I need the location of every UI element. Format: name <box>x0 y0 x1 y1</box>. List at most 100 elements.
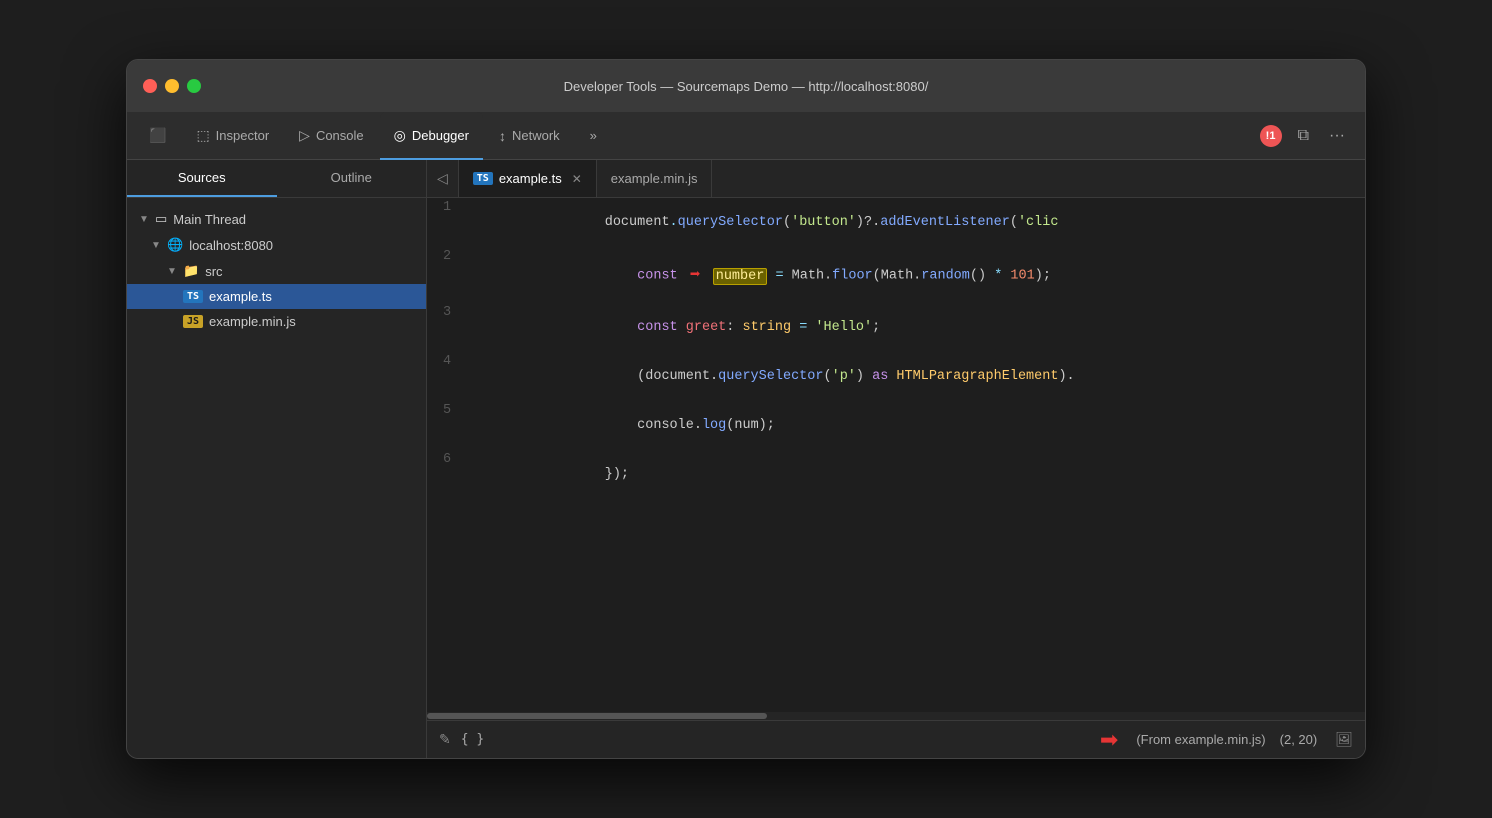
line-num-1: 1 <box>427 198 467 247</box>
code-text <box>605 269 637 284</box>
code-text: string <box>742 320 791 335</box>
code-text: ( <box>823 369 831 384</box>
line-num-4: 4 <box>427 352 467 401</box>
minimize-button[interactable] <box>165 79 179 93</box>
expand-icon[interactable]: ⧉ <box>1294 123 1313 149</box>
tab-network-label: Network <box>512 128 560 143</box>
devtools-window: Developer Tools — Sourcemaps Demo — http… <box>126 59 1366 759</box>
code-text: as <box>872 369 888 384</box>
code-line-1: 1 document.querySelector('button')?.addE… <box>427 198 1365 247</box>
code-text: ). <box>1058 369 1074 384</box>
statusbar: ✎ { } ➡ (From example.min.js) (2, 20) 🖼 <box>427 720 1365 758</box>
tab-cursor-tool[interactable]: ⬛ <box>135 112 180 159</box>
horizontal-scrollbar[interactable] <box>427 712 1365 720</box>
code-line-6: 6 }); <box>427 450 1365 499</box>
tab-console-label: Console <box>316 128 364 143</box>
sidebar: Sources Outline ▼ ▭ Main Thread ▼ 🌐 loca <box>127 160 427 758</box>
ts-file-badge: TS <box>473 172 493 185</box>
toggle-sidebar-button[interactable]: ◁ <box>427 160 459 197</box>
code-text <box>791 320 799 335</box>
code-text: 'p' <box>832 369 856 384</box>
code-text: ) <box>856 369 872 384</box>
code-text: (num); <box>726 418 775 433</box>
tree-item-localhost[interactable]: ▼ 🌐 localhost:8080 <box>127 232 426 258</box>
cursor-icon: ⬛ <box>149 127 166 144</box>
red-arrow-status-icon: ➡ <box>1100 727 1118 753</box>
editor-tab-ts-label: example.ts <box>499 171 562 186</box>
code-text: random <box>921 269 970 284</box>
js-badge: JS <box>183 315 203 328</box>
line-code-2[interactable]: const ➡ number = Math.floor(Math.random(… <box>467 247 1365 303</box>
error-badge[interactable]: ! 1 <box>1260 125 1282 147</box>
src-label: src <box>205 264 222 279</box>
line-code-4[interactable]: (document.querySelector('p') as HTMLPara… <box>467 352 1365 401</box>
code-text: querySelector <box>718 369 823 384</box>
debugger-icon: ◎ <box>394 127 406 144</box>
code-text: 'button' <box>791 215 856 230</box>
code-text: (document. <box>605 369 718 384</box>
line-code-5[interactable]: console.log(num); <box>467 401 1365 450</box>
code-text: () <box>970 269 994 284</box>
code-text: : <box>726 320 742 335</box>
tab-debugger[interactable]: ◎ Debugger <box>380 112 483 159</box>
code-text: . <box>670 215 678 230</box>
line-num-5: 5 <box>427 401 467 450</box>
close-button[interactable] <box>143 79 157 93</box>
line-num-6: 6 <box>427 450 467 499</box>
scrollbar-thumb[interactable] <box>427 713 767 719</box>
tab-console[interactable]: ▷ Console <box>285 112 377 159</box>
main-content: Sources Outline ▼ ▭ Main Thread ▼ 🌐 loca <box>127 160 1365 758</box>
code-text: Math. <box>784 269 833 284</box>
tab-inspector[interactable]: ⬚ Inspector <box>182 112 283 159</box>
code-text <box>605 320 637 335</box>
source-coords: (2, 20) <box>1280 732 1318 747</box>
code-text: }); <box>605 467 629 482</box>
settings-dots-icon[interactable]: ··· <box>1325 123 1349 149</box>
editor-tabs: ◁ TS example.ts ✕ example.min.js <box>427 160 1365 198</box>
ts-badge: TS <box>183 290 203 303</box>
tree-item-example-ts[interactable]: TS example.ts <box>127 284 426 309</box>
sidebar-tab-outline[interactable]: Outline <box>277 160 427 197</box>
tree-item-src[interactable]: ▼ 📁 src <box>127 258 426 284</box>
maximize-button[interactable] <box>187 79 201 93</box>
tab-debugger-label: Debugger <box>412 128 469 143</box>
image-icon[interactable]: 🖼 <box>1335 731 1353 748</box>
code-text: = <box>775 269 783 284</box>
code-text: HTMLParagraphElement <box>896 369 1058 384</box>
code-line-3: 3 const greet: string = 'Hello'; <box>427 303 1365 352</box>
sidebar-tab-sources[interactable]: Sources <box>127 160 277 197</box>
close-tab-icon[interactable]: ✕ <box>572 172 582 186</box>
code-text: floor <box>832 269 873 284</box>
tree-item-example-min-js[interactable]: JS example.min.js <box>127 309 426 334</box>
code-text: (Math. <box>873 269 922 284</box>
line-code-1[interactable]: document.querySelector('button')?.addEve… <box>467 198 1365 247</box>
editor-tab-example-ts[interactable]: TS example.ts ✕ <box>459 160 597 197</box>
example-ts-label: example.ts <box>209 289 272 304</box>
thread-icon: ▭ <box>155 211 167 227</box>
titlebar: Developer Tools — Sourcemaps Demo — http… <box>127 60 1365 112</box>
code-line-4: 4 (document.querySelector('p') as HTMLPa… <box>427 352 1365 401</box>
globe-icon: 🌐 <box>167 237 183 253</box>
tree-item-main-thread[interactable]: ▼ ▭ Main Thread <box>127 206 426 232</box>
code-text: ( <box>783 215 791 230</box>
more-icon: » <box>590 128 597 143</box>
code-text: ( <box>1010 215 1018 230</box>
tab-network[interactable]: ↕ Network <box>485 112 574 159</box>
code-text: const <box>637 269 678 284</box>
format-icon[interactable]: ✎ <box>439 731 451 748</box>
line-code-6[interactable]: }); <box>467 450 1365 499</box>
source-file-label: (From example.min.js) <box>1136 732 1265 747</box>
localhost-label: localhost:8080 <box>189 238 273 253</box>
pretty-print-button[interactable]: { } <box>461 732 484 747</box>
code-area[interactable]: 1 document.querySelector('button')?.addE… <box>427 198 1365 712</box>
sources-tab-label: Sources <box>178 170 226 185</box>
code-line-2: 2 const ➡ number = Math.floor(Math.rando… <box>427 247 1365 303</box>
editor-tab-example-min-js[interactable]: example.min.js <box>597 160 713 197</box>
line-code-3[interactable]: const greet: string = 'Hello'; <box>467 303 1365 352</box>
code-table: 1 document.querySelector('button')?.addE… <box>427 198 1365 499</box>
code-text: 'Hello' <box>815 320 872 335</box>
code-line-5: 5 console.log(num); <box>427 401 1365 450</box>
tab-more[interactable]: » <box>576 112 611 159</box>
window-controls <box>143 79 201 93</box>
tab-inspector-label: Inspector <box>216 128 269 143</box>
